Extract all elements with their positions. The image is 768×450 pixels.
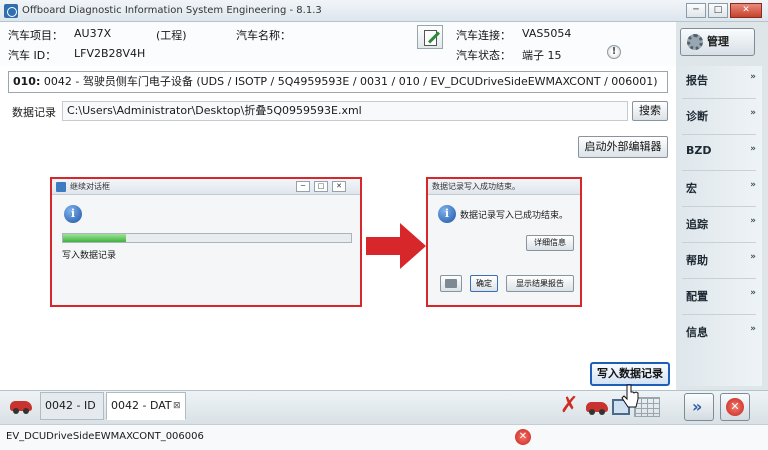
sidebar-item-bzd[interactable]: BZD » (686, 144, 756, 164)
window-title: Offboard Diagnostic Information System E… (22, 5, 322, 16)
project-type: (工程) (156, 29, 187, 42)
progress-bar (62, 233, 352, 243)
dialog-maximize-button[interactable]: □ (314, 181, 328, 192)
manage-label: 管理 (707, 35, 729, 48)
progress-dialog-title: 继续对话框 (70, 182, 110, 191)
tab-0042-dat[interactable]: 0042 - DAT ⊠ (106, 392, 186, 420)
sidebar-divider (682, 170, 756, 171)
sidebar-item-diagnosis[interactable]: 诊断 » (686, 108, 756, 128)
info-icon: i (438, 205, 456, 223)
sidebar-item-label: 配置 (686, 290, 708, 303)
sidebar-item-label: 追踪 (686, 218, 708, 231)
chevron-down-icon: » (750, 288, 756, 298)
exit-button[interactable]: ✕ (720, 393, 750, 421)
sidebar-item-trace[interactable]: 追踪 » (686, 216, 756, 236)
sidebar-item-label: 宏 (686, 182, 697, 195)
sidebar-divider (682, 98, 756, 99)
sidebar-item-label: BZD (686, 144, 712, 157)
connection-label: 汽车连接： (456, 29, 511, 42)
chevron-down-icon: » (750, 252, 756, 262)
sidebar-item-label: 信息 (686, 326, 708, 339)
connection-value: VAS5054 (522, 27, 572, 40)
chevron-down-icon: » (750, 324, 756, 334)
status-bar: EV_DCUDriveSideEWMAXCONT_006006 (0, 424, 768, 450)
save-icon (445, 279, 457, 288)
title-bar: Offboard Diagnostic Information System E… (0, 0, 768, 22)
project-label: 汽车项目： (8, 29, 63, 42)
sidebar-divider (682, 206, 756, 207)
result-message: 数据记录写入已成功结束。 (460, 211, 569, 221)
result-dialog-title: 数据记录写入成功结束。 (428, 179, 580, 195)
chevron-down-icon: » (750, 216, 756, 226)
chevron-down-icon: » (750, 180, 756, 190)
progress-message: 写入数据记录 (62, 251, 117, 261)
vehicle-name-label: 汽车名称： (236, 29, 291, 42)
vehicle-status-label: 汽车状态： (456, 49, 511, 62)
details-button[interactable]: 详细信息 (526, 235, 574, 251)
sidebar-divider (682, 242, 756, 243)
app-logo-icon (4, 4, 18, 18)
dialog-close-button[interactable]: ✕ (332, 181, 346, 192)
sidebar-item-label: 报告 (686, 74, 708, 87)
project-value: AU37X (74, 27, 112, 40)
sidebar-divider (682, 134, 756, 135)
chevron-down-icon: » (750, 144, 756, 154)
dialog-minimize-button[interactable]: ─ (296, 181, 310, 192)
manage-button[interactable]: 管理 (680, 28, 755, 56)
chevron-down-icon: » (750, 108, 756, 118)
write-data-record-button[interactable]: 写入数据记录 (590, 362, 670, 386)
gear-icon (687, 34, 703, 50)
tab-label: 0042 - ID (45, 399, 96, 412)
edit-vehicle-button[interactable] (417, 25, 443, 49)
red-arrow-icon (366, 223, 426, 269)
progress-dialog-title-bar: 继续对话框 ─ □ ✕ (52, 179, 360, 195)
vehicle-status-value: 端子 15 (522, 49, 562, 62)
external-editor-button[interactable]: 启动外部编辑器 (578, 136, 668, 158)
sidebar-item-config[interactable]: 配置 » (686, 288, 756, 308)
vin-value: LFV2B28V4H (74, 47, 146, 60)
info-icon: i (64, 205, 82, 223)
sidebar-item-report[interactable]: 报告 » (686, 72, 756, 92)
show-report-button[interactable]: 显示结果报告 (506, 275, 574, 292)
chevron-down-icon: » (750, 72, 756, 82)
sidebar-item-help[interactable]: 帮助 » (686, 252, 756, 272)
delete-icon[interactable]: ✗ (560, 393, 578, 418)
tab-0042-id[interactable]: 0042 - ID (40, 392, 104, 420)
forward-button[interactable]: » (684, 393, 714, 421)
vin-label: 汽车 ID： (8, 49, 57, 62)
sidebar-item-label: 诊断 (686, 110, 708, 123)
minimize-button[interactable]: ─ (686, 3, 706, 18)
search-button[interactable]: 搜索 (632, 101, 668, 121)
vehicle-info-panel: 汽车项目： AU37X (工程) 汽车名称： 汽车 ID： LFV2B28V4H… (0, 22, 676, 66)
ok-button[interactable]: 确定 (470, 275, 498, 292)
sidebar-divider (682, 278, 756, 279)
sidebar-divider (682, 314, 756, 315)
path-prefix: 010: (13, 75, 41, 88)
close-window-button[interactable]: ✕ (730, 3, 762, 18)
file-path-field[interactable]: C:\Users\Administrator\Desktop\折叠5Q09595… (62, 101, 628, 121)
result-dialog: 数据记录写入成功结束。 i 数据记录写入已成功结束。 详细信息 确定 显示结果报… (426, 177, 582, 307)
sidebar-item-info[interactable]: 信息 » (686, 324, 756, 344)
maximize-button[interactable]: □ (708, 3, 728, 18)
mouse-cursor-icon (621, 384, 639, 408)
vehicle-icon[interactable] (586, 402, 608, 415)
sidebar-item-label: 帮助 (686, 254, 708, 267)
close-circle-icon: ✕ (726, 398, 744, 416)
dialog-app-icon (56, 182, 66, 192)
save-icon-button[interactable] (440, 275, 462, 292)
diagnostic-path: 010: 0042 - 驾驶员侧车门电子设备 (UDS / ISOTP / 5Q… (8, 71, 668, 93)
status-error-icon[interactable]: ✕ (515, 429, 531, 445)
double-chevron-right-icon: » (692, 397, 703, 416)
sidebar: 报告» 诊断» BZD» 宏» 追踪» 帮助» 配置» 信息» (678, 66, 762, 386)
progress-dialog: 继续对话框 ─ □ ✕ i 写入数据记录 (50, 177, 362, 307)
status-warning-icon[interactable]: ! (607, 45, 621, 59)
progress-fill (63, 234, 127, 242)
car-icon[interactable] (10, 401, 32, 414)
data-log-label: 数据记录 (12, 106, 56, 119)
tab-close-icon[interactable]: ⊠ (173, 393, 181, 419)
sidebar-item-macro[interactable]: 宏» (686, 180, 756, 200)
path-text: 0042 - 驾驶员侧车门电子设备 (UDS / ISOTP / 5Q49595… (40, 75, 658, 88)
tab-label: 0042 - DAT (111, 399, 172, 412)
